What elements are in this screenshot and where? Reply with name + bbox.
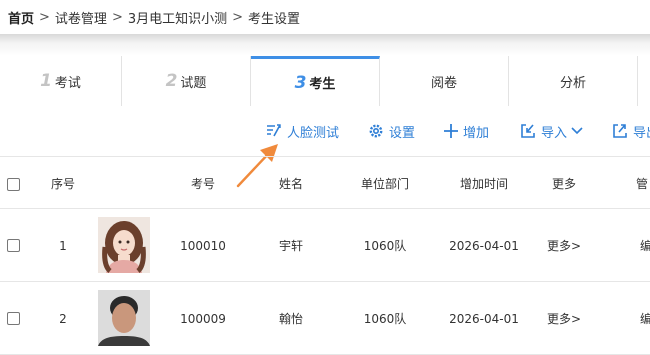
export-label: 导出	[633, 125, 650, 141]
avatar	[98, 217, 150, 273]
table-row: 1 100010 宇轩 1060队 2026-04-01 更多> 编	[0, 209, 650, 282]
row-more-link[interactable]: 更多>	[536, 209, 592, 282]
export-button[interactable]: 导出	[612, 106, 650, 156]
column-header-name: 姓名	[278, 177, 303, 191]
breadcrumb-separator: >	[232, 9, 244, 25]
breadcrumb-exam-management[interactable]: 试卷管理	[55, 8, 107, 27]
tab-step-number: 1	[40, 71, 52, 91]
tab-candidates[interactable]: 3 考生	[251, 56, 380, 106]
tab-exam[interactable]: 1 考试	[0, 56, 122, 106]
row-edit-link[interactable]: 编	[640, 282, 650, 355]
face-scan-icon	[267, 124, 281, 137]
row-index: 1	[59, 238, 67, 253]
import-label: 导入	[541, 125, 568, 141]
export-icon	[613, 124, 627, 138]
select-all-checkbox[interactable]	[7, 178, 20, 191]
column-header-department: 单位部门	[360, 177, 409, 191]
row-department: 1060队	[363, 239, 407, 253]
tab-overflow	[638, 56, 650, 106]
tab-step-number: 2	[165, 71, 178, 91]
table-header: 序号 考号 姓名 单位部门 增加时间 更多 管	[0, 156, 650, 209]
row-exam-number: 100010	[180, 238, 226, 253]
tab-label: 考试	[54, 75, 81, 91]
row-index: 2	[59, 311, 67, 326]
tab-label: 分析	[559, 75, 586, 91]
chevron-down-icon	[571, 127, 583, 135]
tab-analysis[interactable]: 分析	[509, 56, 638, 106]
settings-label: 设置	[389, 125, 416, 141]
tab-step-number: 3	[294, 72, 307, 93]
table-row: 2 100009 翰怡 1060队 2026-04-01 更多> 编	[0, 282, 650, 355]
gear-icon	[369, 124, 383, 138]
add-label: 增加	[463, 125, 490, 141]
add-button[interactable]: 增加	[444, 106, 489, 156]
tab-grading[interactable]: 阅卷	[380, 56, 509, 106]
row-edit-link[interactable]: 编	[640, 209, 650, 282]
tab-label: 考生	[309, 77, 336, 92]
row-name: 翰怡	[278, 312, 303, 326]
row-name: 宇轩	[278, 239, 303, 253]
breadcrumb-exam-name[interactable]: 3月电工知识小测	[128, 8, 227, 27]
avatar	[98, 290, 150, 346]
breadcrumb-separator: >	[111, 9, 123, 25]
breadcrumb-home[interactable]: 首页	[8, 8, 34, 27]
row-added-time: 2026-04-01	[449, 311, 519, 326]
breadcrumb: 首页 > 试卷管理 > 3月电工知识小测 > 考生设置	[0, 0, 650, 34]
tab-label: 阅卷	[430, 75, 457, 91]
plus-icon	[444, 124, 458, 138]
column-header-more: 更多	[551, 177, 576, 191]
row-added-time: 2026-04-01	[449, 238, 519, 253]
column-header-index: 序号	[50, 177, 75, 191]
settings-button[interactable]: 设置	[368, 106, 415, 156]
toolbar: 人脸测试 设置 增加 导入 导出	[0, 106, 650, 156]
row-more-link[interactable]: 更多>	[536, 282, 592, 355]
tab-questions[interactable]: 2 试题	[122, 56, 251, 106]
row-checkbox[interactable]	[7, 239, 20, 252]
face-test-label: 人脸测试	[287, 125, 340, 141]
row-exam-number: 100009	[180, 311, 226, 326]
row-department: 1060队	[363, 312, 407, 326]
breadcrumb-separator: >	[39, 9, 50, 25]
column-header-added-time: 增加时间	[459, 177, 508, 191]
row-checkbox[interactable]	[7, 312, 20, 325]
breadcrumb-current: 考生设置	[248, 11, 301, 27]
tab-label: 试题	[180, 75, 207, 91]
column-header-manage: 管	[636, 177, 649, 191]
column-header-exam-number: 考号	[190, 177, 215, 191]
import-button[interactable]: 导入	[520, 106, 583, 156]
import-icon	[521, 124, 535, 138]
header-divider	[0, 34, 650, 56]
step-tabs: 1 考试 2 试题 3 考生 阅卷 分析	[0, 56, 650, 106]
